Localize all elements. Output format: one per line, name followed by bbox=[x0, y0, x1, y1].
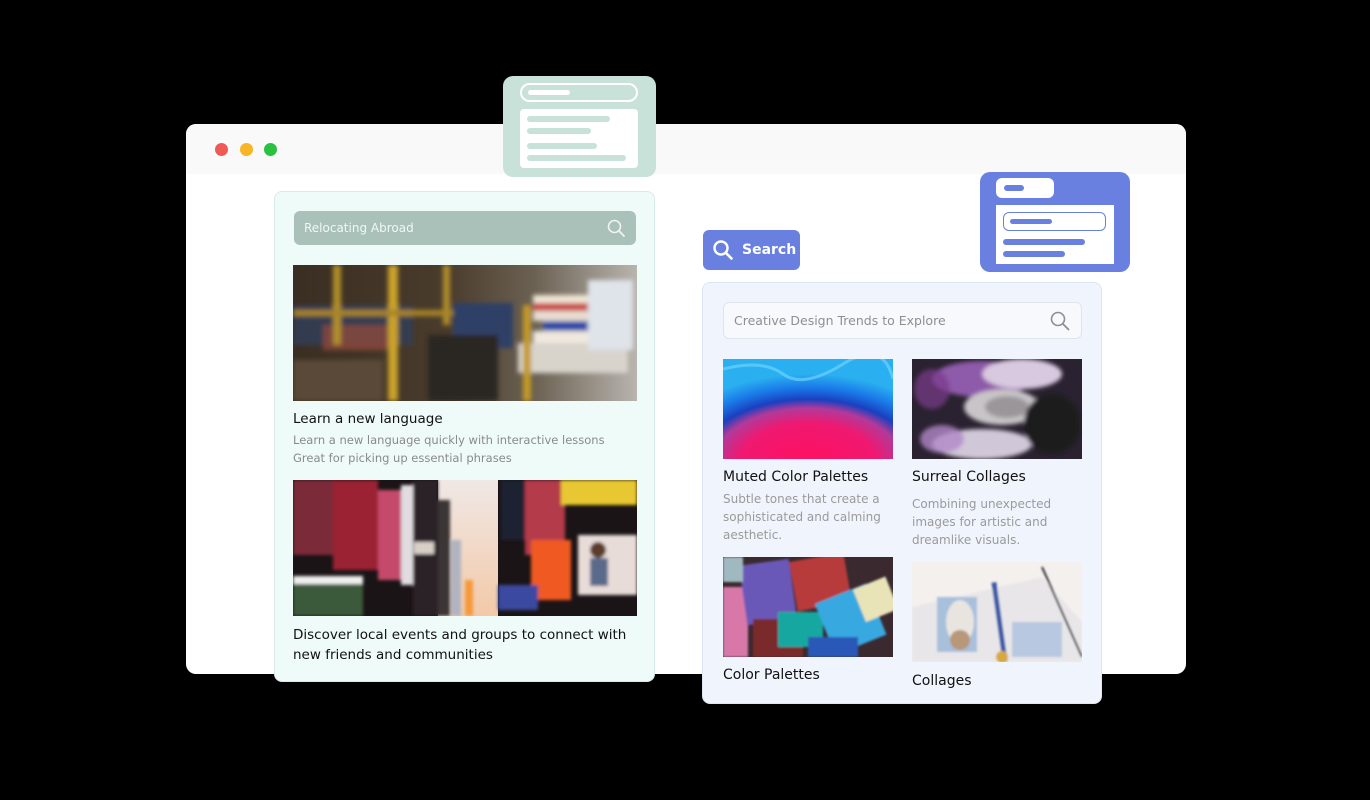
illustration-bar bbox=[1004, 185, 1024, 191]
design-trends-card: Creative Design Trends to Explore Muted … bbox=[702, 282, 1102, 704]
relocating-search-input[interactable]: Relocating Abroad bbox=[294, 211, 636, 245]
item-title[interactable]: Discover local events and groups to conn… bbox=[293, 625, 626, 665]
search-placeholder: Creative Design Trends to Explore bbox=[734, 313, 946, 328]
illustration-bar bbox=[1010, 219, 1052, 224]
search-icon bbox=[713, 240, 733, 260]
description-line: Combining unexpected bbox=[912, 497, 1052, 511]
search-widget-illustration-blue bbox=[980, 172, 1130, 272]
search-placeholder: Relocating Abroad bbox=[304, 221, 414, 235]
illustration-search-pill bbox=[520, 83, 638, 102]
item-description: Learn a new language quickly with intera… bbox=[293, 431, 605, 467]
illustration-search-pill bbox=[1003, 212, 1106, 231]
illustration-line bbox=[527, 116, 610, 122]
relocating-search-card: Relocating Abroad Learn a new language L… bbox=[274, 191, 655, 682]
description-line: aesthetic. bbox=[723, 528, 783, 542]
close-window-button[interactable] bbox=[215, 143, 228, 156]
search-button-label: Search bbox=[742, 242, 797, 258]
city-billboards-photo[interactable] bbox=[293, 480, 637, 616]
search-icon[interactable] bbox=[606, 218, 626, 238]
search-button[interactable]: Search bbox=[703, 230, 800, 270]
bookstore-photo[interactable] bbox=[293, 265, 637, 401]
description-line: images for artistic and bbox=[912, 515, 1048, 529]
blue-pink-ink-photo[interactable] bbox=[723, 359, 893, 459]
browser-titlebar bbox=[186, 124, 1186, 174]
description-line: Learn a new language quickly with intera… bbox=[293, 433, 605, 447]
illustration-bar bbox=[528, 90, 570, 95]
item-title[interactable]: Learn a new language bbox=[293, 411, 443, 427]
tile-description: Subtle tones that create a sophisticated… bbox=[723, 490, 898, 544]
illustration-tab bbox=[996, 178, 1054, 198]
description-line: Great for picking up essential phrases bbox=[293, 451, 512, 465]
tile-title[interactable]: Color Palettes bbox=[723, 667, 820, 683]
maximize-window-button[interactable] bbox=[264, 143, 277, 156]
surreal-portrait-photo[interactable] bbox=[912, 359, 1082, 459]
search-icon[interactable] bbox=[1049, 310, 1071, 332]
description-line: dreamlike visuals. bbox=[912, 533, 1021, 547]
tile-description: Combining unexpected images for artistic… bbox=[912, 495, 1087, 549]
title-line: Discover local events and groups to conn… bbox=[293, 627, 627, 643]
tile-title[interactable]: Muted Color Palettes bbox=[723, 469, 868, 485]
illustration-results-panel bbox=[520, 109, 638, 168]
design-trends-search-input[interactable]: Creative Design Trends to Explore bbox=[723, 302, 1082, 339]
stage: Relocating Abroad Learn a new language L… bbox=[0, 0, 1370, 800]
owl-journal-photo[interactable] bbox=[912, 562, 1082, 662]
minimize-window-button[interactable] bbox=[240, 143, 253, 156]
illustration-line bbox=[527, 143, 597, 149]
illustration-line bbox=[1003, 251, 1065, 257]
tile-title[interactable]: Surreal Collages bbox=[912, 469, 1026, 485]
search-widget-illustration-green bbox=[503, 76, 656, 177]
illustration-line bbox=[1003, 239, 1085, 245]
description-line: sophisticated and calming bbox=[723, 510, 881, 524]
title-line: new friends and communities bbox=[293, 647, 493, 663]
description-line: Subtle tones that create a bbox=[723, 492, 880, 506]
illustration-line bbox=[527, 128, 591, 134]
paint-brushes-photo[interactable] bbox=[723, 557, 893, 657]
illustration-line bbox=[527, 155, 626, 161]
illustration-results-panel bbox=[996, 205, 1114, 264]
tile-title[interactable]: Collages bbox=[912, 673, 972, 689]
